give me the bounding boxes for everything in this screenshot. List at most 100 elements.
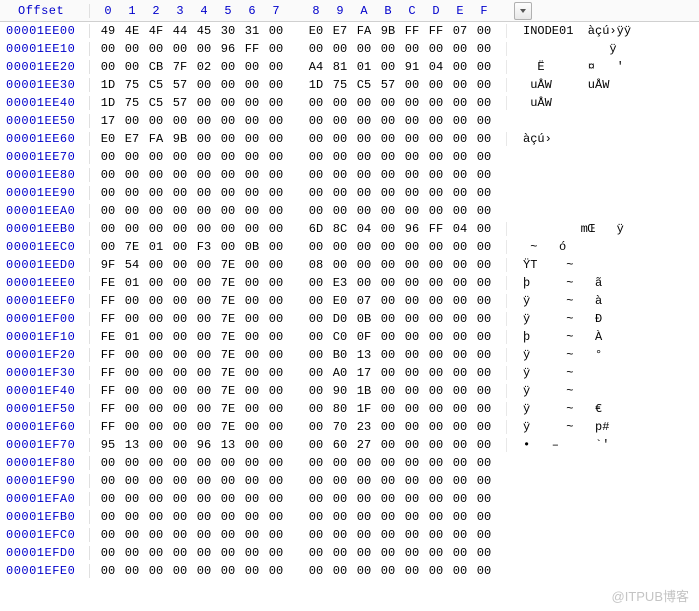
ascii-cell[interactable]: ÿ <box>506 42 699 56</box>
hex-byte[interactable]: 00 <box>240 456 264 470</box>
hex-byte[interactable]: 00 <box>120 366 144 380</box>
hex-byte[interactable]: 00 <box>328 240 352 254</box>
hex-byte[interactable]: 00 <box>304 564 328 578</box>
hex-byte[interactable]: 00 <box>264 114 288 128</box>
hex-byte[interactable]: 00 <box>168 168 192 182</box>
hex-byte[interactable]: 96 <box>216 42 240 56</box>
hex-byte[interactable]: 27 <box>352 438 376 452</box>
hex-byte[interactable]: 00 <box>144 348 168 362</box>
hex-byte[interactable]: 00 <box>448 546 472 560</box>
hex-byte[interactable]: 00 <box>168 294 192 308</box>
hex-byte[interactable]: 00 <box>216 492 240 506</box>
hex-byte[interactable]: 00 <box>264 492 288 506</box>
hex-byte[interactable]: 00 <box>240 96 264 110</box>
hex-byte[interactable]: 00 <box>376 546 400 560</box>
hex-byte[interactable]: 00 <box>240 132 264 146</box>
ascii-cell[interactable]: ÿ ~ à <box>506 294 699 308</box>
ascii-cell[interactable]: ~ ó <box>506 240 699 254</box>
hex-byte[interactable]: 00 <box>264 402 288 416</box>
hex-byte[interactable]: 00 <box>120 564 144 578</box>
hex-byte[interactable]: 00 <box>472 96 496 110</box>
hex-byte[interactable]: 00 <box>424 42 448 56</box>
hex-byte[interactable]: 95 <box>96 438 120 452</box>
hex-byte[interactable]: 00 <box>144 186 168 200</box>
hex-byte[interactable]: 00 <box>264 474 288 488</box>
hex-byte[interactable]: 00 <box>96 240 120 254</box>
hex-byte[interactable]: 00 <box>192 420 216 434</box>
hex-byte[interactable]: 57 <box>168 96 192 110</box>
hex-byte[interactable]: 00 <box>328 204 352 218</box>
hex-byte[interactable]: FF <box>96 348 120 362</box>
hex-byte[interactable]: 00 <box>424 546 448 560</box>
hex-byte[interactable]: 00 <box>424 186 448 200</box>
hex-byte[interactable]: 00 <box>328 510 352 524</box>
hex-byte[interactable]: 00 <box>448 348 472 362</box>
hex-byte[interactable]: 00 <box>448 276 472 290</box>
hex-byte[interactable]: 00 <box>192 276 216 290</box>
hex-byte[interactable]: 00 <box>192 474 216 488</box>
hex-byte[interactable]: 00 <box>96 150 120 164</box>
hex-byte[interactable]: 00 <box>240 438 264 452</box>
hex-byte[interactable]: 00 <box>120 510 144 524</box>
hex-byte[interactable]: FF <box>96 420 120 434</box>
hex-byte[interactable]: 00 <box>472 474 496 488</box>
hex-byte[interactable]: 00 <box>472 546 496 560</box>
hex-col-header[interactable]: 0 <box>96 4 120 18</box>
hex-byte[interactable]: 00 <box>264 132 288 146</box>
hex-byte[interactable]: 00 <box>240 204 264 218</box>
hex-byte[interactable]: 00 <box>264 330 288 344</box>
hex-byte[interactable]: E0 <box>96 132 120 146</box>
hex-byte[interactable]: 00 <box>400 114 424 128</box>
hex-byte[interactable]: 00 <box>192 492 216 506</box>
hex-byte[interactable]: 00 <box>120 384 144 398</box>
hex-byte[interactable]: CB <box>144 60 168 74</box>
hex-byte[interactable]: 00 <box>304 312 328 326</box>
hex-byte[interactable]: 00 <box>472 150 496 164</box>
hex-byte[interactable]: 45 <box>192 24 216 38</box>
ascii-cell[interactable]: INODE01 àçú›ÿÿ <box>506 24 699 38</box>
hex-byte[interactable]: 00 <box>400 258 424 272</box>
hex-byte[interactable]: 00 <box>240 276 264 290</box>
hex-byte[interactable]: 00 <box>264 204 288 218</box>
hex-byte[interactable]: B0 <box>328 348 352 362</box>
hex-byte[interactable]: 00 <box>96 528 120 542</box>
hex-byte[interactable]: 00 <box>400 330 424 344</box>
hex-byte[interactable]: 00 <box>376 294 400 308</box>
hex-byte[interactable]: 00 <box>96 564 120 578</box>
hex-byte[interactable]: 00 <box>376 240 400 254</box>
hex-byte[interactable]: 00 <box>424 312 448 326</box>
offset-cell[interactable]: 00001EEC0 <box>0 240 90 254</box>
hex-byte[interactable]: 00 <box>120 168 144 182</box>
hex-byte[interactable]: 00 <box>304 456 328 470</box>
hex-byte[interactable]: 00 <box>376 96 400 110</box>
hex-byte[interactable]: 00 <box>376 564 400 578</box>
hex-byte[interactable]: 00 <box>448 384 472 398</box>
offset-cell[interactable]: 00001EE50 <box>0 114 90 128</box>
ascii-cell[interactable]: Ë ¤ ' <box>506 60 699 74</box>
hex-byte[interactable]: 00 <box>216 132 240 146</box>
hex-byte[interactable]: 00 <box>216 474 240 488</box>
offset-cell[interactable]: 00001EEF0 <box>0 294 90 308</box>
hex-byte[interactable]: 00 <box>216 240 240 254</box>
hex-byte[interactable]: 00 <box>328 492 352 506</box>
hex-byte[interactable]: 00 <box>192 330 216 344</box>
hex-byte[interactable]: 00 <box>424 474 448 488</box>
hex-byte[interactable]: FF <box>96 294 120 308</box>
hex-byte[interactable]: 00 <box>216 546 240 560</box>
offset-cell[interactable]: 00001EF30 <box>0 366 90 380</box>
hex-byte[interactable]: 30 <box>216 24 240 38</box>
hex-byte[interactable]: 00 <box>240 330 264 344</box>
hex-byte[interactable]: 00 <box>400 348 424 362</box>
hex-byte[interactable]: 00 <box>264 564 288 578</box>
hex-byte[interactable]: 00 <box>400 564 424 578</box>
hex-byte[interactable]: 7E <box>216 330 240 344</box>
hex-byte[interactable]: 00 <box>264 366 288 380</box>
hex-byte[interactable]: 00 <box>472 132 496 146</box>
hex-byte[interactable]: 00 <box>168 222 192 236</box>
hex-byte[interactable]: 00 <box>424 402 448 416</box>
hex-byte[interactable]: 00 <box>448 168 472 182</box>
hex-byte[interactable]: 00 <box>240 258 264 272</box>
hex-byte[interactable]: 04 <box>424 60 448 74</box>
hex-byte[interactable]: 00 <box>448 492 472 506</box>
hex-byte[interactable]: 00 <box>216 510 240 524</box>
